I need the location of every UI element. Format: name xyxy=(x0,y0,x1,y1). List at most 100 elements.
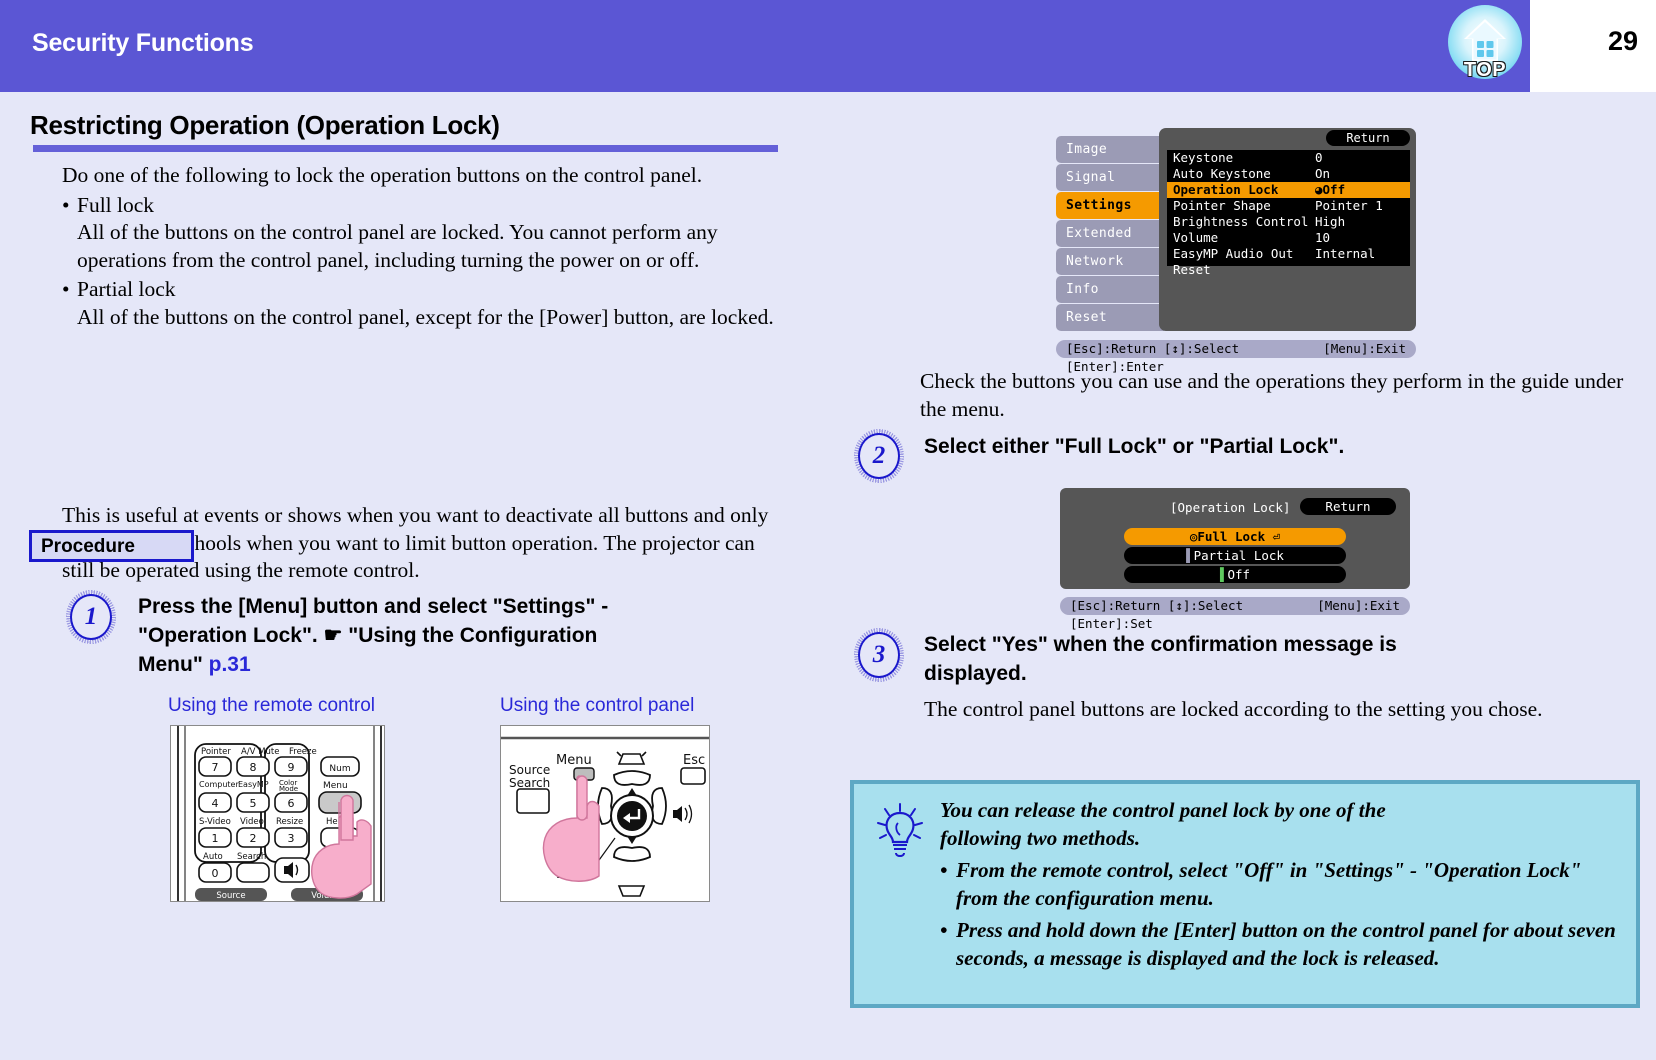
osd-row-label: Operation Lock xyxy=(1173,182,1278,198)
svg-text:3: 3 xyxy=(288,832,295,845)
svg-text:0: 0 xyxy=(212,867,219,880)
svg-text:Mode: Mode xyxy=(279,785,298,793)
step-3-line-1: Select "Yes" when the confirmation messa… xyxy=(924,630,1624,659)
osd-option-label: Full Lock xyxy=(1197,529,1265,544)
osd-item-list: Keystone 0 Auto Keystone On Operation Lo… xyxy=(1167,150,1410,266)
osd-tab-extended[interactable]: Extended xyxy=(1056,220,1164,247)
svg-text:9: 9 xyxy=(288,761,295,774)
osd-row-value-text: Off xyxy=(1323,182,1346,197)
svg-text:A/V Mute: A/V Mute xyxy=(241,747,279,757)
step-2-text: Select either "Full Lock" or "Partial Lo… xyxy=(924,432,1624,461)
svg-text:Freeze: Freeze xyxy=(289,747,317,757)
osd-tab-image[interactable]: Image xyxy=(1056,136,1164,163)
step-1-line-3: Menu" p.31 xyxy=(138,650,738,679)
osd-return-button[interactable]: Return xyxy=(1326,130,1410,146)
control-panel-illustration: Menu Source Search Esc Enter xyxy=(501,726,710,902)
osd-tab-network[interactable]: Network xyxy=(1056,248,1164,275)
svg-text:Search: Search xyxy=(509,776,550,790)
step-1-line-1: Press the [Menu] button and select "Sett… xyxy=(138,592,738,621)
osd-tab-reset[interactable]: Reset xyxy=(1056,304,1164,331)
osd-row-value: Internal xyxy=(1315,246,1375,262)
osd-row-operation-lock[interactable]: Operation Lock ◕Off xyxy=(1167,182,1410,198)
osd-operation-lock-panel: [Operation Lock] Return ◎Full Lock ⏎ ▌Pa… xyxy=(1060,488,1410,589)
page-reference-link[interactable]: p.31 xyxy=(209,653,251,676)
home-icon xyxy=(1463,17,1507,63)
osd-row-easymp-audio-out[interactable]: EasyMP Audio Out Internal xyxy=(1167,246,1410,262)
bullet-dot: • xyxy=(62,192,77,220)
osd-option-label: Off xyxy=(1227,567,1250,582)
tip-bullet-item: • Press and hold down the [Enter] button… xyxy=(940,916,1620,972)
osd-row-label: Volume xyxy=(1173,230,1218,246)
step-marker-1: 1 xyxy=(64,590,118,644)
osd-row-keystone[interactable]: Keystone 0 xyxy=(1167,150,1410,166)
svg-text:Video: Video xyxy=(240,817,264,827)
osd-row-pointer-shape[interactable]: Pointer Shape Pointer 1 xyxy=(1167,198,1410,214)
osd-row-label: Pointer Shape xyxy=(1173,198,1271,214)
osd-row-label: Brightness Control xyxy=(1173,214,1308,230)
osd-guide-left: [Esc]:Return [↕]:Select [Enter]:Set xyxy=(1070,597,1317,615)
panel-figure-caption: Using the control panel xyxy=(500,695,694,717)
osd-row-value: Pointer 1 xyxy=(1315,198,1383,214)
svg-text:Num: Num xyxy=(329,764,350,774)
svg-text:S-Video: S-Video xyxy=(199,817,231,827)
lightbulb-icon xyxy=(874,802,926,860)
step-1-text: Press the [Menu] button and select "Sett… xyxy=(138,592,738,679)
osd-return-button[interactable]: Return xyxy=(1300,498,1396,515)
osd-row-auto-keystone[interactable]: Auto Keystone On xyxy=(1167,166,1410,182)
osd-guide-left: [Esc]:Return [↕]:Select [Enter]:Enter xyxy=(1066,340,1323,358)
tip-intro-line-2: following two methods. xyxy=(940,824,1620,852)
osd-row-value: ◕Off xyxy=(1315,182,1345,198)
osd-settings-menu: Image Signal Settings Extended Network I… xyxy=(1056,128,1416,358)
osd-row-reset[interactable]: Reset xyxy=(1167,262,1410,278)
osd-tab-info[interactable]: Info xyxy=(1056,276,1164,303)
right-column: Image Signal Settings Extended Network I… xyxy=(828,92,1656,1060)
top-icon[interactable]: TOP xyxy=(1443,3,1527,89)
osd-option-partial-lock[interactable]: ▌Partial Lock xyxy=(1124,547,1346,564)
intro-sentence: Do one of the following to lock the oper… xyxy=(62,162,782,190)
osd-option-full-lock[interactable]: ◎Full Lock ⏎ xyxy=(1124,528,1346,545)
tip-intro-line-1: You can release the control panel lock b… xyxy=(940,796,1620,824)
osd-option-label: Partial Lock xyxy=(1194,548,1284,563)
svg-text:5: 5 xyxy=(250,797,257,810)
heading-rule xyxy=(33,145,778,152)
osd-tab-settings[interactable]: Settings xyxy=(1056,192,1164,219)
step-3-line-2: displayed. xyxy=(924,659,1624,688)
tip-bullet-item: • From the remote control, select "Off" … xyxy=(940,856,1620,912)
osd-row-label: Keystone xyxy=(1173,150,1233,166)
osd-guide-right: [Menu]:Exit xyxy=(1317,597,1400,615)
osd-row-volume[interactable]: Volume 10 xyxy=(1167,230,1410,246)
osd-tab-list: Image Signal Settings Extended Network I… xyxy=(1056,136,1164,332)
remote-figure-caption: Using the remote control xyxy=(168,695,375,717)
intro-block: Do one of the following to lock the oper… xyxy=(62,162,782,331)
osd-row-value: High xyxy=(1315,214,1345,230)
svg-text:Menu: Menu xyxy=(556,753,592,768)
step-marker-2: 2 xyxy=(852,429,906,483)
manual-page: Security Functions TOP 29 Restricting Op… xyxy=(0,0,1656,1060)
svg-text:Search: Search xyxy=(237,852,266,862)
svg-text:7: 7 xyxy=(212,761,219,774)
osd-option-off[interactable]: ▌Off xyxy=(1124,566,1346,583)
svg-text:EasyMP: EasyMP xyxy=(238,780,269,789)
svg-text:Esc: Esc xyxy=(683,753,705,768)
osd-row-label: EasyMP Audio Out xyxy=(1173,246,1293,262)
bullet-title: Full lock xyxy=(77,192,782,220)
svg-text:4: 4 xyxy=(212,797,219,810)
osd-guide-right: [Menu]:Exit xyxy=(1323,340,1406,358)
tip-bullet-dot: • xyxy=(940,856,956,912)
osd-row-label: Reset xyxy=(1173,262,1211,278)
osd-guide-bar: [Esc]:Return [↕]:Select [Enter]:Enter [M… xyxy=(1056,340,1416,358)
bullet-item: • Partial lock xyxy=(62,276,782,304)
osd-row-brightness-control[interactable]: Brightness Control High xyxy=(1167,214,1410,230)
step-1-line-3-text: Menu" xyxy=(138,653,209,676)
control-panel-figure: Menu Source Search Esc Enter xyxy=(500,725,710,902)
step-3-caption: The control panel buttons are locked acc… xyxy=(924,695,1639,723)
osd-row-value: On xyxy=(1315,166,1330,182)
osd-menu-panel: Return Keystone 0 Auto Keystone On Opera… xyxy=(1159,128,1416,331)
step-1-line-2: "Operation Lock". ☛ "Using the Configura… xyxy=(138,621,738,650)
osd-tab-signal[interactable]: Signal xyxy=(1056,164,1164,191)
svg-text:Menu: Menu xyxy=(323,781,348,791)
procedure-label: Procedure xyxy=(41,536,135,558)
remote-control-figure: Pointer A/V Mute Freeze 7 8 9 Num Comput… xyxy=(170,725,385,902)
left-column: Restricting Operation (Operation Lock) D… xyxy=(0,92,828,1060)
step-number: 1 xyxy=(70,594,112,640)
